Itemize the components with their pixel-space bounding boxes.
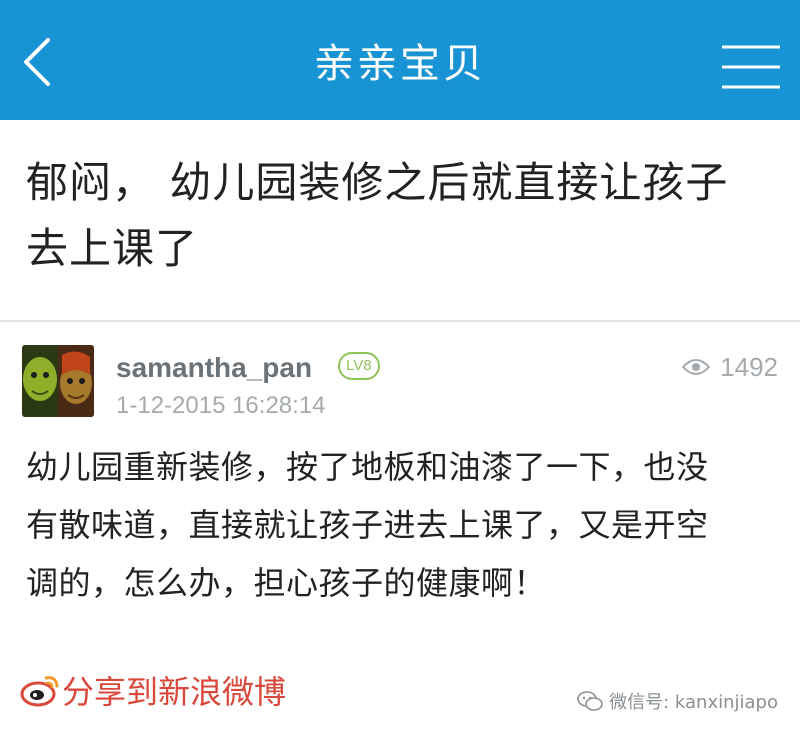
- menu-button[interactable]: [720, 44, 782, 90]
- share-label: 分享到新浪微博: [62, 673, 287, 711]
- view-count: 1492: [682, 352, 778, 382]
- post-body-line: 有散味道，直接就让孩子进去上课了，又是开空: [26, 506, 709, 544]
- hamburger-menu-icon: [722, 45, 780, 89]
- watermark-text: 微信号: kanxinjiapo: [609, 692, 778, 713]
- weibo-icon: [20, 676, 59, 707]
- divider: [0, 320, 800, 322]
- page-title: 亲亲宝贝: [314, 41, 486, 87]
- avatar-image: [22, 345, 94, 417]
- wechat-watermark: 微信号: kanxinjiapo: [577, 688, 778, 714]
- post-body-line: 调的，怎么办，担心孩子的健康啊！: [26, 564, 547, 602]
- level-badge: LV8: [338, 352, 380, 380]
- avatar[interactable]: [22, 345, 94, 417]
- wechat-icon: [577, 691, 603, 711]
- post-title: 郁闷， 幼儿园装修之后就直接让孩子 去上课了: [26, 150, 766, 282]
- post-title-line: 去上课了: [26, 224, 199, 273]
- top-nav-bar: 亲亲宝贝: [0, 0, 800, 120]
- post-body: 幼儿园重新装修，按了地板和油漆了一下，也没 有散味道，直接就让孩子进去上课了，又…: [26, 438, 782, 612]
- eye-icon: [682, 359, 711, 375]
- post-date: 1-12-2015 16:28:14: [116, 392, 326, 419]
- share-to-weibo-button[interactable]: 分享到新浪微博: [20, 667, 286, 713]
- forum-post-page: 亲亲宝贝 郁闷， 幼儿园装修之后就直接让孩子 去上课了 samantha_pan…: [0, 0, 800, 739]
- post-title-line: 郁闷， 幼儿园装修之后就直接让孩子: [26, 158, 729, 207]
- view-count-value: 1492: [720, 351, 778, 382]
- author-name[interactable]: samantha_pan: [116, 352, 312, 384]
- post-body-line: 幼儿园重新装修，按了地板和油漆了一下，也没: [26, 448, 709, 486]
